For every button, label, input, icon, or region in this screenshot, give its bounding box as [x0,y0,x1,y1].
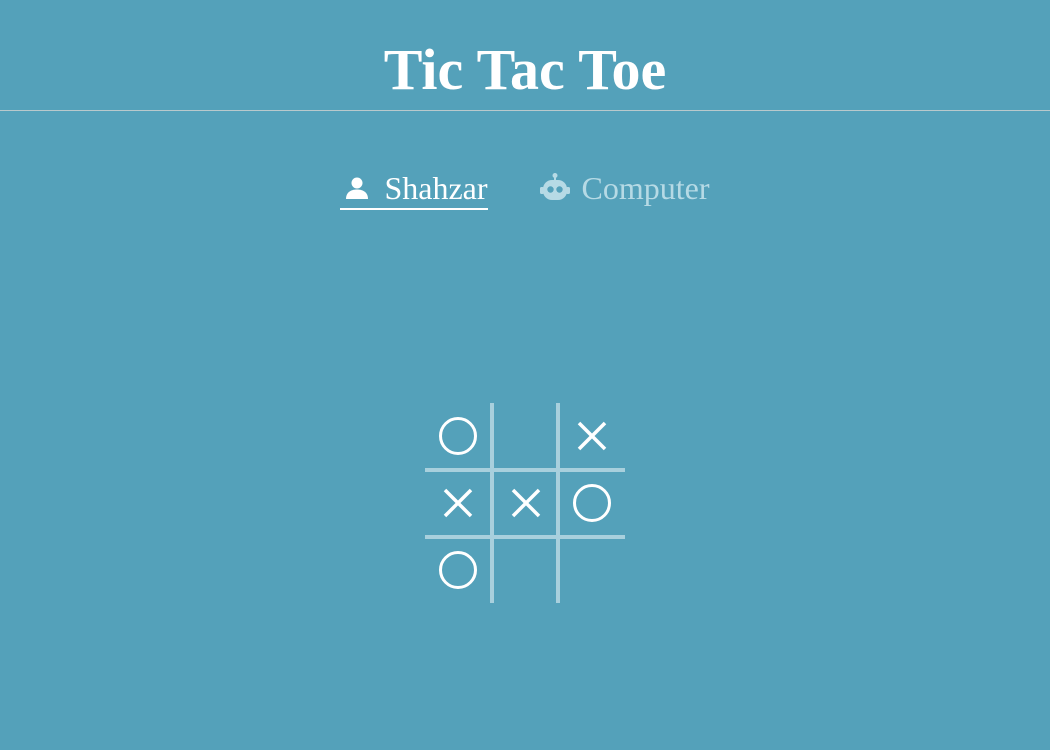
page-title: Tic Tac Toe [383,37,667,102]
x-mark-icon [511,488,541,518]
board-cell-6[interactable] [559,470,625,536]
board-cell-1[interactable] [425,403,491,469]
player-name-human: Shahzar [384,170,488,206]
player-tab-human[interactable]: Shahzar [340,168,488,210]
board-cell-7[interactable] [425,537,491,603]
player-tab-computer[interactable]: Computer [538,168,710,210]
x-mark-icon [577,421,607,451]
game-board [425,403,625,603]
person-icon [340,171,374,205]
o-mark-icon [573,484,611,522]
x-mark-icon [443,488,473,518]
board-cell-8[interactable] [493,537,559,603]
page-header: Tic Tac Toe [0,0,1050,111]
player-selector: Shahzar Computer [0,168,1050,210]
robot-icon [538,171,572,205]
board-cell-3[interactable] [559,403,625,469]
o-mark-icon [439,551,477,589]
board-cell-4[interactable] [425,470,491,536]
o-mark-icon [439,417,477,455]
board-cell-9[interactable] [559,537,625,603]
player-name-computer: Computer [581,170,710,206]
board-cell-2[interactable] [493,403,559,469]
board-cell-5[interactable] [493,470,559,536]
